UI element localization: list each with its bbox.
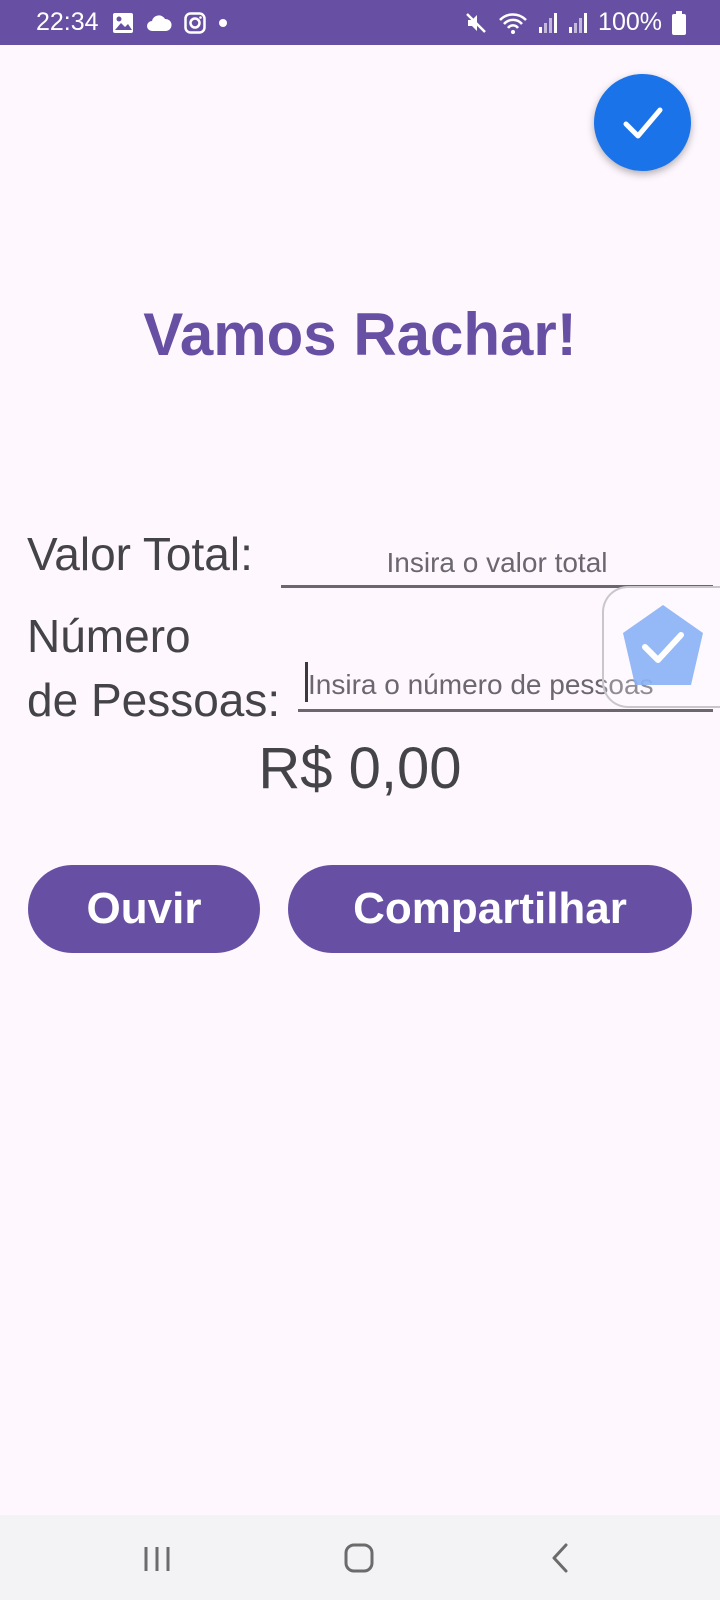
status-time: 22:34 bbox=[36, 8, 99, 36]
back-icon[interactable] bbox=[544, 1535, 576, 1579]
verified-badge-icon bbox=[623, 605, 703, 685]
status-right: 100% bbox=[464, 8, 686, 37]
dot-icon bbox=[219, 19, 227, 27]
check-icon bbox=[623, 107, 662, 138]
page-title: Vamos Rachar! bbox=[143, 301, 577, 368]
text-cursor bbox=[305, 662, 308, 702]
battery-percent: 100% bbox=[598, 8, 662, 36]
wifi-icon bbox=[499, 12, 527, 34]
battery-icon bbox=[672, 10, 686, 35]
image-icon bbox=[113, 13, 133, 33]
numero-pessoas-label: Número de Pessoas: bbox=[27, 604, 280, 732]
instagram-icon bbox=[184, 12, 206, 34]
home-icon[interactable] bbox=[340, 1535, 380, 1579]
numero-pessoas-label-line1: Número bbox=[27, 610, 191, 662]
compartilhar-button[interactable]: Compartilhar bbox=[288, 865, 692, 953]
valor-total-label: Valor Total: bbox=[27, 528, 253, 580]
status-bar: 22:34 100% bbox=[0, 0, 720, 45]
cloud-icon bbox=[147, 15, 172, 31]
ouvir-button[interactable]: Ouvir bbox=[28, 865, 260, 953]
navigation-bar bbox=[0, 1515, 720, 1600]
result-value: R$ 0,00 bbox=[258, 736, 462, 801]
signal-icon bbox=[539, 12, 558, 33]
numero-pessoas-label-line2: de Pessoas: bbox=[27, 674, 281, 726]
confirm-fab-button[interactable] bbox=[594, 74, 691, 171]
recent-apps-icon[interactable] bbox=[140, 1535, 176, 1579]
notification-icons bbox=[112, 12, 228, 34]
valor-total-input[interactable] bbox=[281, 540, 713, 588]
signal-icon bbox=[569, 12, 588, 33]
mute-icon bbox=[466, 12, 486, 33]
overlay-badge-button[interactable] bbox=[602, 586, 720, 708]
